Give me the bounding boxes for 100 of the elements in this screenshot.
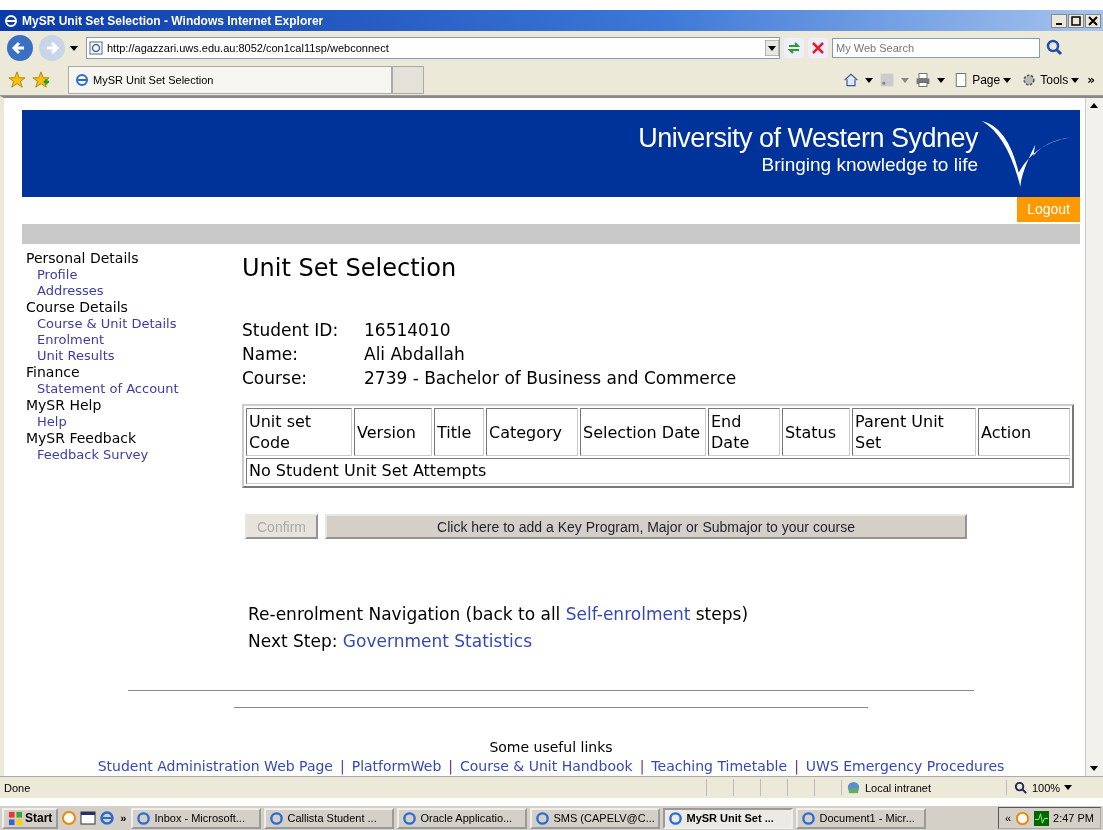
overflow-chevron[interactable]: » — [1087, 73, 1095, 87]
footer-link[interactable]: Course & Unit Handbook — [460, 757, 633, 776]
home-icon[interactable] — [843, 72, 860, 88]
caret-icon — [1064, 785, 1073, 790]
add-favorite-icon[interactable] — [32, 71, 50, 89]
overflow-chevron[interactable]: » — [120, 812, 127, 824]
field-value: Ali Abdallah — [364, 343, 466, 366]
page-icon — [89, 41, 103, 55]
self-enrolment-link[interactable]: Self-enrolment — [565, 604, 691, 624]
browser-icon — [4, 13, 18, 28]
desktop-icon[interactable] — [80, 810, 97, 826]
footer-link[interactable]: Student Administration Web Page — [97, 757, 333, 776]
start-button[interactable]: Start — [2, 807, 59, 829]
sidebar-link[interactable]: Addresses — [26, 283, 242, 299]
next-step-link[interactable]: Government Statistics — [342, 631, 532, 651]
dropdown-icon[interactable] — [765, 40, 779, 56]
back-icon[interactable] — [6, 34, 34, 62]
column-header: Parent Unit Set — [852, 408, 976, 456]
vertical-scrollbar[interactable] — [1085, 98, 1103, 776]
clock-time: 2:47 PM — [1053, 812, 1094, 824]
window-icon — [269, 810, 285, 826]
search-field[interactable]: My Web Search — [832, 38, 1040, 58]
tagline: Bringing knowledge to life — [761, 154, 978, 176]
browser-tab[interactable]: MySR Unit Set Selection — [68, 66, 392, 94]
empty-message: No Student Unit Set Attempts — [246, 458, 1070, 484]
page-title: Unit Set Selection — [242, 254, 458, 282]
field-label: Name: — [242, 343, 299, 366]
window-icon — [668, 810, 684, 826]
taskbar-button[interactable]: Inbox - Microsoft... — [131, 807, 262, 829]
globe-icon — [846, 780, 861, 795]
window-icon — [136, 810, 152, 826]
next-step-label: Next Step: — [248, 631, 338, 651]
column-header: Version — [354, 408, 432, 456]
browser-icon — [75, 73, 89, 87]
field-value: 16514010 — [364, 319, 452, 342]
caret-icon — [1003, 77, 1012, 83]
window-icon — [402, 810, 418, 826]
column-header: Selection Date — [580, 408, 706, 456]
column-header: Status — [782, 408, 850, 456]
sidebar-heading: MySR Help — [26, 397, 103, 414]
university-name: University of Western Sydney — [638, 123, 978, 154]
taskbar-button[interactable]: SMS (CAPELV@C... — [530, 807, 661, 829]
column-header: Unit set Code — [246, 408, 352, 456]
taskbar-button[interactable]: Callista Student ... — [264, 807, 395, 829]
stop-icon[interactable] — [808, 38, 828, 58]
clock-icon[interactable] — [1015, 810, 1031, 826]
sidebar-link[interactable]: Profile — [26, 267, 242, 283]
sidebar-heading: MySR Feedback — [26, 430, 138, 447]
sidebar-link[interactable]: Unit Results — [26, 348, 242, 364]
footer-title: Some useful links — [488, 738, 614, 757]
sidebar-link[interactable]: Feedback Survey — [26, 447, 242, 463]
column-header: Category — [486, 408, 578, 456]
sidebar-link[interactable]: Course & Unit Details — [26, 316, 242, 332]
taskbar-button[interactable]: Oracle Applicatio... — [397, 807, 528, 829]
close-icon — [1088, 15, 1098, 26]
windows-flag-icon — [8, 810, 23, 826]
refresh-icon[interactable] — [784, 38, 804, 58]
window-icon — [801, 810, 817, 826]
footer-link[interactable]: UWS Emergency Procedures — [805, 757, 1005, 776]
zoom-control[interactable]: 100% — [1006, 780, 1099, 795]
dropdown-icon[interactable] — [865, 77, 874, 83]
search-icon[interactable] — [1044, 38, 1064, 58]
footer-link[interactable]: PlatformWeb — [351, 757, 442, 776]
toolbar-menu-button[interactable]: Tools — [1019, 72, 1082, 88]
caret-icon — [1071, 77, 1080, 83]
address-field[interactable]: http://agazzari.uws.edu.au:8052/con1cal11sp/webconnect — [86, 37, 780, 59]
maximize-icon — [1071, 15, 1081, 26]
column-header: Title — [434, 408, 484, 456]
sidebar-link[interactable]: Help — [26, 414, 242, 430]
taskbar-button[interactable]: MySR Unit Set ... — [663, 807, 794, 829]
maximize-button[interactable] — [1068, 13, 1084, 28]
action-button[interactable]: Click here to add a Key Program, Major or Submajor to your course — [325, 514, 967, 539]
printer-icon[interactable] — [915, 72, 932, 88]
zoom-icon — [1013, 780, 1028, 795]
window-title: MySR Unit Set Selection - Windows Internet Explorer — [22, 13, 324, 28]
link-separator: | — [340, 757, 345, 776]
field-label: Student ID: — [242, 319, 340, 342]
sidebar-heading: Personal Details — [26, 250, 140, 267]
sidebar-heading: Finance — [26, 364, 81, 381]
link-separator: | — [448, 757, 453, 776]
tray-expand-chevron[interactable]: « — [1004, 812, 1012, 824]
minimize-icon — [1056, 22, 1062, 25]
dropdown-icon[interactable] — [70, 45, 78, 51]
security-zone: Local intranet — [841, 780, 1006, 795]
sidebar-link[interactable]: Enrolment — [26, 332, 242, 348]
star-icon[interactable] — [8, 71, 26, 89]
status-text: Done — [4, 781, 32, 794]
window-icon — [535, 810, 551, 826]
field-value: 2739 - Bachelor of Business and Commerce — [364, 367, 737, 390]
gear-icon — [1021, 72, 1038, 88]
monitor-icon[interactable] — [1034, 810, 1050, 826]
sidebar-link[interactable]: Statement of Account — [26, 381, 242, 397]
toolbar-menu-button[interactable]: Page — [951, 72, 1014, 88]
minimize-button[interactable] — [1051, 13, 1067, 28]
sidebar-heading: Course Details — [26, 299, 129, 316]
dropdown-icon[interactable] — [937, 77, 946, 83]
footer-link[interactable]: Teaching Timetable — [651, 757, 788, 776]
taskbar-button[interactable]: Document1 - Micr... — [796, 807, 927, 829]
close-button[interactable] — [1085, 13, 1101, 28]
field-label: Course: — [242, 367, 309, 390]
